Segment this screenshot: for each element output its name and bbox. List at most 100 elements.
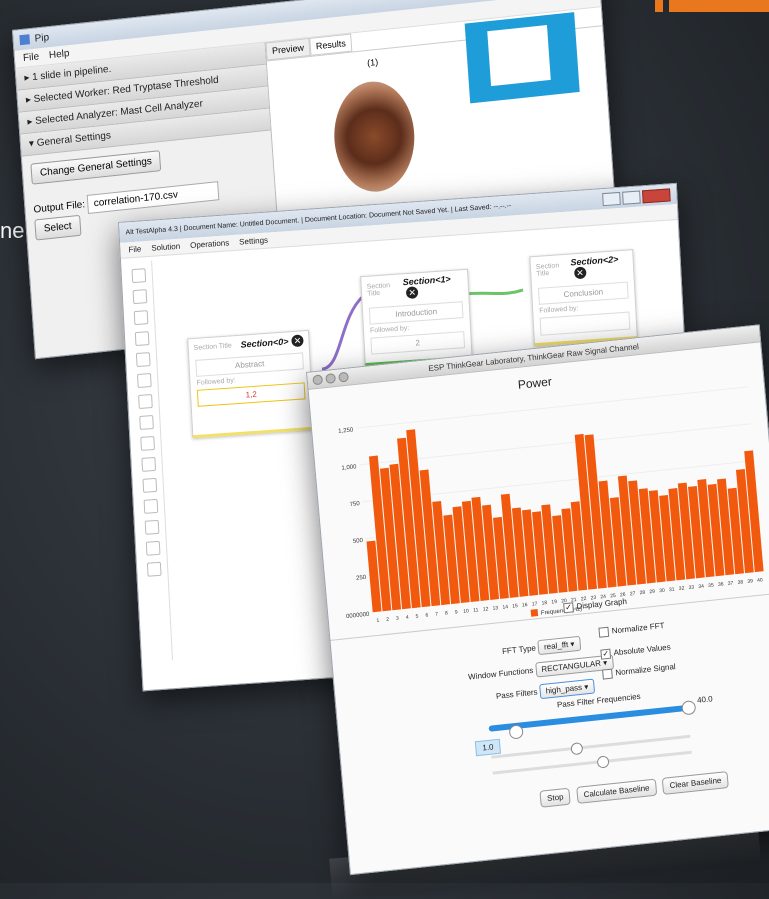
calculate-baseline-button[interactable]: Calculate Baseline	[575, 778, 658, 804]
x-tick-label: 19	[551, 599, 557, 606]
section-card-2[interactable]: Section Title Section<2>✕ Conclusion Foll…	[529, 249, 638, 347]
y-tick-label: 0000000	[346, 612, 370, 620]
window-functions-value: RECTANGULAR	[541, 658, 602, 674]
fft-type-label: FFT Type	[501, 643, 537, 656]
x-tick-label: 6	[425, 613, 429, 619]
section-title-input[interactable]: Conclusion	[538, 281, 629, 305]
select-button[interactable]: Select	[34, 214, 82, 241]
fft-type-value: real_fft	[543, 640, 569, 652]
slider-handle-low[interactable]	[508, 724, 524, 740]
gridline	[359, 423, 752, 466]
menu-help[interactable]: Help	[49, 48, 70, 61]
normalize-fft-checkbox[interactable]: Normalize FFT	[598, 621, 665, 638]
section-title-label: Section Title	[366, 282, 391, 298]
orange-corner-tab	[655, 0, 769, 12]
x-tick-label: 17	[532, 601, 538, 608]
section-header: Section<1>	[402, 273, 451, 288]
x-tick-label: 3	[396, 616, 400, 622]
output-file-field[interactable]: correlation-170.csv	[87, 181, 220, 214]
section-title-label: Section Title	[193, 341, 232, 352]
absolute-values-checkbox[interactable]: ✓ Absolute Values	[600, 642, 671, 660]
results-thumbnail[interactable]	[464, 12, 580, 104]
stop-button[interactable]: Stop	[539, 787, 572, 808]
x-tick-label: 39	[747, 578, 753, 585]
thinkgear-window: ESP ThinkGear Laboratory, ThinkGear Raw …	[306, 324, 769, 876]
x-tick-label: 28	[639, 590, 645, 597]
pass-filters-label: Pass Filters	[495, 687, 538, 701]
slider-low-value[interactable]: 1.0	[474, 738, 502, 757]
x-tick-label: 12	[483, 606, 489, 613]
close-icon[interactable]: ✕	[291, 334, 304, 348]
x-tick-label: 18	[541, 600, 547, 607]
x-tick-label: 14	[502, 604, 508, 611]
x-tick-label: 13	[492, 605, 498, 612]
power-chart: Power00000002505007501,0001,2501 2 3 4 5 6 7 8 9…	[338, 374, 764, 624]
section-title-label: Section Title	[535, 262, 560, 278]
gridline	[356, 386, 749, 429]
clear-baseline-button[interactable]: Clear Baseline	[661, 771, 730, 795]
close-icon[interactable]: ✕	[405, 286, 419, 300]
x-tick-label: 38	[737, 579, 743, 586]
y-tick-label: 500	[353, 538, 364, 545]
checkbox-checked-icon: ✓	[563, 602, 574, 614]
slider-high-value: 40.0	[696, 694, 713, 705]
normalize-signal-label: Normalize Signal	[615, 662, 676, 678]
x-tick-label: 9	[455, 609, 459, 615]
pass-filters-value: high_pass	[545, 682, 583, 696]
followed-by-input[interactable]: 2	[370, 331, 466, 355]
x-tick-label: 34	[698, 584, 704, 591]
close-button[interactable]	[312, 374, 324, 386]
legend-swatch	[530, 609, 539, 617]
x-tick-label: 30	[659, 588, 665, 595]
minimize-button[interactable]	[325, 372, 337, 384]
x-tick-label: 10	[463, 608, 469, 615]
slider-handle-high[interactable]	[681, 700, 697, 716]
section-card-1[interactable]: Section Title Section<1>✕ Introduction Fo…	[360, 268, 473, 367]
image-index: (1)	[366, 56, 379, 69]
background-text: ne	[0, 218, 25, 243]
x-tick-label: 40	[757, 577, 763, 584]
checkbox-icon	[598, 626, 610, 638]
tertiary-slider-handle[interactable]	[596, 755, 610, 769]
x-tick-label: 37	[728, 580, 734, 587]
tool-icon[interactable]	[145, 540, 161, 556]
section-header: Section<2>	[570, 254, 619, 268]
tab-preview[interactable]: Preview	[265, 37, 311, 61]
absolute-values-label: Absolute Values	[613, 642, 671, 658]
tool-icon[interactable]	[146, 561, 162, 577]
x-tick-label: 27	[630, 591, 636, 598]
x-tick-label: 8	[445, 610, 449, 616]
y-tick-label: 1,000	[341, 464, 357, 472]
x-tick-label: 1	[376, 618, 380, 624]
x-tick-label: 32	[679, 586, 685, 593]
y-tick-label: 750	[349, 501, 360, 508]
zoom-button[interactable]	[338, 371, 349, 383]
app-icon	[19, 34, 31, 46]
x-tick-label: 11	[473, 607, 479, 614]
secondary-slider-handle[interactable]	[570, 742, 584, 756]
followed-by-input[interactable]: 1,2	[196, 382, 306, 407]
x-tick-label: 16	[522, 602, 528, 609]
x-tick-label: 31	[669, 587, 675, 594]
close-icon[interactable]: ✕	[573, 266, 587, 280]
fft-type-select[interactable]: real_fft ▾	[537, 635, 582, 656]
x-tick-label: 4	[406, 615, 410, 621]
window-title: Pip	[34, 31, 50, 45]
followed-by-input[interactable]	[539, 311, 631, 336]
menu-file[interactable]: File	[23, 51, 40, 64]
window-controls	[312, 371, 349, 386]
section-card-0[interactable]: Section Title Section<0> ✕ Abstract Follow…	[187, 329, 315, 439]
tissue-image	[330, 77, 418, 196]
tool-icon[interactable]	[144, 519, 160, 535]
pass-filters-select[interactable]: high_pass ▾	[539, 678, 595, 700]
y-tick-label: 250	[356, 575, 367, 582]
tab-results[interactable]: Results	[309, 33, 353, 56]
x-tick-label: 2	[386, 617, 390, 623]
x-tick-label: 36	[718, 581, 724, 588]
window-functions-label: Window Functions	[467, 665, 534, 682]
change-settings-button[interactable]: Change General Settings	[30, 150, 162, 185]
x-tick-label: 7	[435, 611, 439, 617]
output-file-label: Output File:	[33, 199, 86, 216]
normalize-fft-label: Normalize FFT	[611, 621, 665, 636]
x-tick-label: 35	[708, 582, 714, 589]
